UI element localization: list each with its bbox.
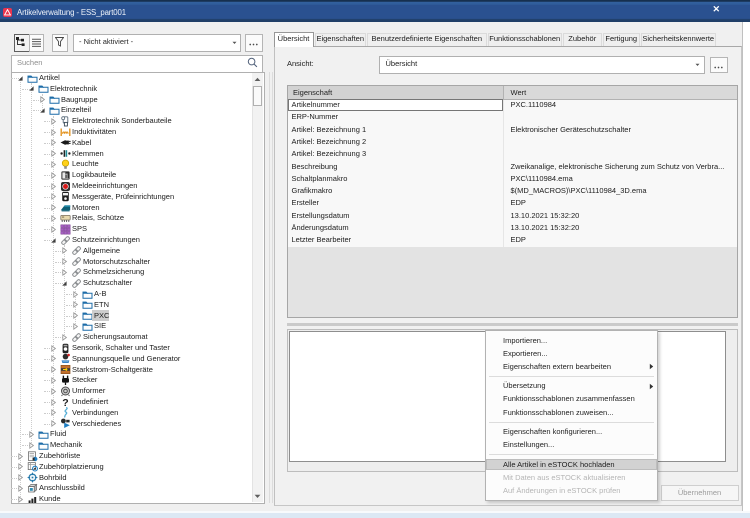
svg-text:1: 1	[65, 173, 69, 180]
svg-text:?: ?	[62, 397, 68, 408]
